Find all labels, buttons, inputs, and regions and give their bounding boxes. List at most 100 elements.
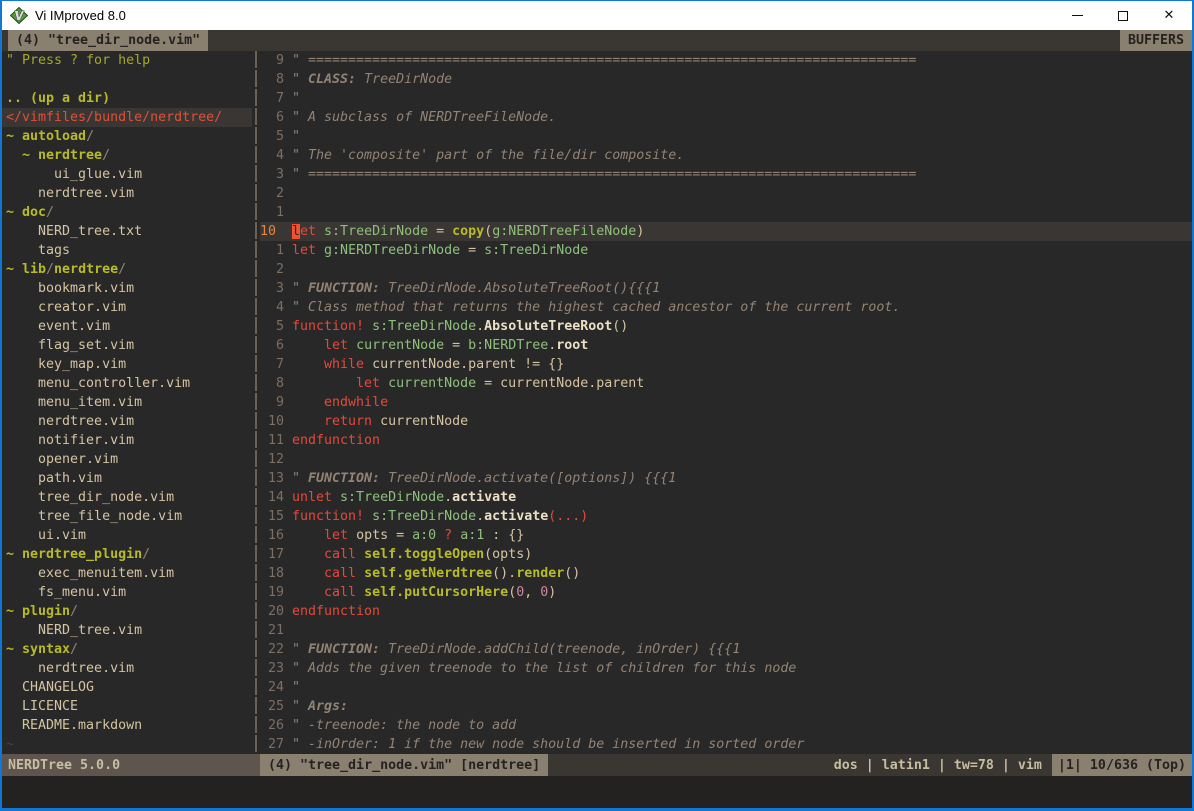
code-line[interactable]: 1let g:NERDTreeDirNode = s:TreeDirNode — [260, 241, 1192, 260]
line-number: 10 — [260, 222, 284, 241]
tree-item[interactable]: NERD_tree.vim — [2, 621, 252, 640]
tree-item[interactable]: flag_set.vim — [2, 336, 252, 355]
tree-item[interactable]: opener.vim — [2, 450, 252, 469]
tree-item[interactable]: tree_dir_node.vim — [2, 488, 252, 507]
code-line[interactable]: 6 let currentNode = b:NERDTree.root — [260, 336, 1192, 355]
code-line[interactable]: 23" Adds the given treenode to the list … — [260, 659, 1192, 678]
line-number: 5 — [260, 127, 284, 146]
line-number: 25 — [260, 697, 284, 716]
minimize-button[interactable] — [1054, 1, 1100, 30]
code-line[interactable]: 9" =====================================… — [260, 51, 1192, 70]
code-line[interactable]: 12 — [260, 450, 1192, 469]
line-number: 23 — [260, 659, 284, 678]
code-line[interactable]: 10let s:TreeDirNode = copy(g:NERDTreeFil… — [260, 222, 1192, 241]
tree-item[interactable]: menu_controller.vim — [2, 374, 252, 393]
code-line[interactable]: 26" -treenode: the node to add — [260, 716, 1192, 735]
tree-item[interactable]: exec_menuitem.vim — [2, 564, 252, 583]
code-line[interactable]: 21 — [260, 621, 1192, 640]
tree-item[interactable]: README.markdown — [2, 716, 252, 735]
tree-item[interactable]: ~ doc/ — [2, 203, 252, 222]
line-number: 27 — [260, 735, 284, 754]
tree-item[interactable]: ui.vim — [2, 526, 252, 545]
tree-item[interactable]: nerdtree.vim — [2, 184, 252, 203]
tree-item[interactable]: CHANGELOG — [2, 678, 252, 697]
tree-item[interactable]: path.vim — [2, 469, 252, 488]
code-line[interactable]: 8 let currentNode = currentNode.parent — [260, 374, 1192, 393]
code-line[interactable]: 20endfunction — [260, 602, 1192, 621]
tree-item[interactable]: </vimfiles/bundle/nerdtree/ — [2, 108, 252, 127]
code-line[interactable]: 5" — [260, 127, 1192, 146]
line-number: 13 — [260, 469, 284, 488]
code-line[interactable]: 27" -inOrder: 1 if the new node should b… — [260, 735, 1192, 754]
code-line[interactable]: 4" Class method that returns the highest… — [260, 298, 1192, 317]
titlebar: Vi IMproved 8.0 ✕ — [2, 1, 1192, 30]
code-line[interactable]: 13" FUNCTION: TreeDirNode.activate([opti… — [260, 469, 1192, 488]
code-line[interactable]: 2 — [260, 184, 1192, 203]
maximize-button[interactable] — [1100, 1, 1146, 30]
tree-item[interactable]: ~ plugin/ — [2, 602, 252, 621]
line-number: 11 — [260, 431, 284, 450]
code-line[interactable]: 9 endwhile — [260, 393, 1192, 412]
code-line[interactable]: 8" CLASS: TreeDirNode — [260, 70, 1192, 89]
line-number: 3 — [260, 279, 284, 298]
tree-item[interactable]: event.vim — [2, 317, 252, 336]
code-line[interactable]: 16 let opts = a:0 ? a:1 : {} — [260, 526, 1192, 545]
line-number: 18 — [260, 564, 284, 583]
window-vertical-separator[interactable] — [252, 51, 260, 754]
line-number: 6 — [260, 336, 284, 355]
tree-item[interactable]: creator.vim — [2, 298, 252, 317]
command-line[interactable] — [2, 776, 1192, 808]
code-line[interactable]: 18 call self.getNerdtree().render() — [260, 564, 1192, 583]
tree-item[interactable]: NERD_tree.txt — [2, 222, 252, 241]
close-button[interactable]: ✕ — [1146, 1, 1192, 30]
tree-item[interactable]: ~ lib/nerdtree/ — [2, 260, 252, 279]
code-line[interactable]: 15function! s:TreeDirNode.activate(...) — [260, 507, 1192, 526]
code-line[interactable]: 3" =====================================… — [260, 165, 1192, 184]
line-number: 7 — [260, 355, 284, 374]
code-line[interactable]: 5function! s:TreeDirNode.AbsoluteTreeRoo… — [260, 317, 1192, 336]
tree-item[interactable]: menu_item.vim — [2, 393, 252, 412]
code-line[interactable]: 11endfunction — [260, 431, 1192, 450]
line-number: 5 — [260, 317, 284, 336]
tree-item[interactable]: ~ syntax/ — [2, 640, 252, 659]
code-line[interactable]: 3" FUNCTION: TreeDirNode.AbsoluteTreeRoo… — [260, 279, 1192, 298]
code-line[interactable]: 10 return currentNode — [260, 412, 1192, 431]
tab-current-buffer[interactable]: (4) "tree_dir_node.vim" — [8, 30, 208, 51]
line-number: 2 — [260, 184, 284, 203]
line-number: 15 — [260, 507, 284, 526]
tree-item[interactable]: LICENCE — [2, 697, 252, 716]
tree-item[interactable]: nerdtree.vim — [2, 659, 252, 678]
line-number: 24 — [260, 678, 284, 697]
tree-item[interactable]: key_map.vim — [2, 355, 252, 374]
code-line[interactable]: 7" — [260, 89, 1192, 108]
tree-item[interactable]: tree_file_node.vim — [2, 507, 252, 526]
buffers-label: BUFFERS — [1120, 30, 1192, 51]
code-line[interactable]: 7 while currentNode.parent != {} — [260, 355, 1192, 374]
tree-item[interactable]: ~ autoload/ — [2, 127, 252, 146]
code-line[interactable]: 22" FUNCTION: TreeDirNode.addChild(treen… — [260, 640, 1192, 659]
tree-item[interactable]: nerdtree.vim — [2, 412, 252, 431]
code-line[interactable]: 2 — [260, 260, 1192, 279]
code-line[interactable]: 4" The 'composite' part of the file/dir … — [260, 146, 1192, 165]
code-line[interactable]: 17 call self.toggleOpen(opts) — [260, 545, 1192, 564]
tree-item[interactable] — [2, 70, 252, 89]
tree-item[interactable]: " Press ? for help — [2, 51, 252, 70]
line-number: 26 — [260, 716, 284, 735]
tree-item[interactable]: ~ nerdtree_plugin/ — [2, 545, 252, 564]
tree-item[interactable]: .. (up a dir) — [2, 89, 252, 108]
code-line[interactable]: 19 call self.putCursorHere(0, 0) — [260, 583, 1192, 602]
code-line[interactable]: 6" A subclass of NERDTreeFileNode. — [260, 108, 1192, 127]
tree-item[interactable]: fs_menu.vim — [2, 583, 252, 602]
tree-item[interactable]: bookmark.vim — [2, 279, 252, 298]
tree-item[interactable]: notifier.vim — [2, 431, 252, 450]
code-line[interactable]: 14unlet s:TreeDirNode.activate — [260, 488, 1192, 507]
tree-item[interactable]: ui_glue.vim — [2, 165, 252, 184]
code-line[interactable]: 25" Args: — [260, 697, 1192, 716]
tree-item[interactable]: tags — [2, 241, 252, 260]
statusline-file-info: dos | latin1 | tw=78 | vim — [548, 754, 1052, 776]
line-number: 14 — [260, 488, 284, 507]
code-line[interactable]: 24" — [260, 678, 1192, 697]
code-line[interactable]: 1 — [260, 203, 1192, 222]
tree-item[interactable]: ~ — [2, 735, 252, 754]
tree-item[interactable]: ~ nerdtree/ — [2, 146, 252, 165]
